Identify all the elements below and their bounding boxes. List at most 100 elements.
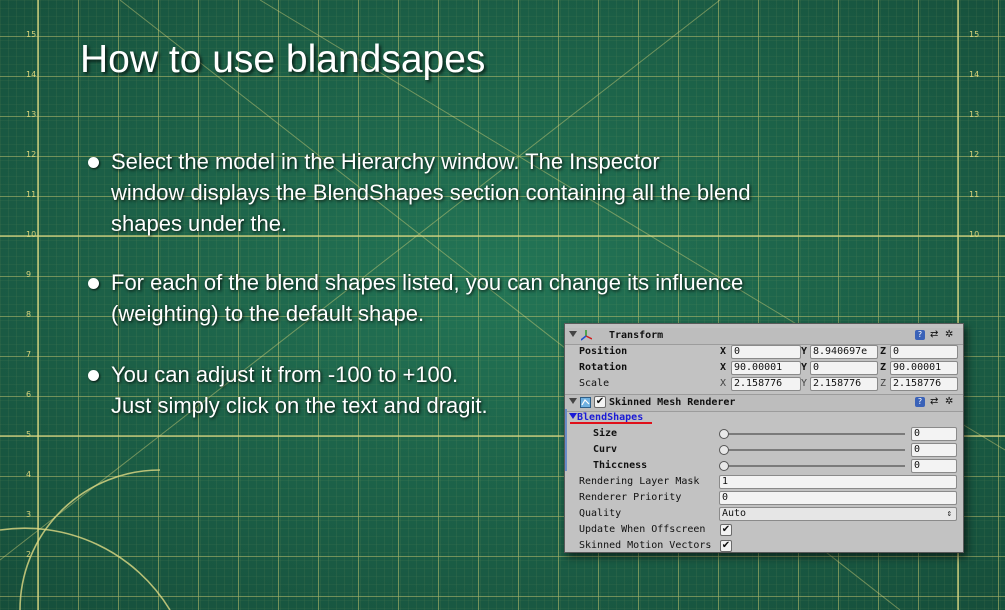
ruler-number: 5: [26, 430, 32, 439]
foldout-arrow-icon[interactable]: [569, 413, 577, 419]
ruler-number: 8: [26, 310, 32, 319]
quality-row: Quality Auto ⇕: [565, 506, 963, 522]
ruler-number: 11: [969, 190, 980, 199]
transform-title: Transform: [609, 330, 664, 341]
skinned-motion-vectors-row: Skinned Motion Vectors ✔: [565, 538, 963, 554]
position-z-field[interactable]: 0: [890, 345, 958, 359]
ruler-number: 10: [969, 230, 980, 239]
z-axis-label[interactable]: Z: [880, 362, 886, 373]
scale-y-field[interactable]: 2.158776: [810, 377, 878, 391]
renderer-priority-row: Renderer Priority 0: [565, 490, 963, 506]
ruler-number: 13: [26, 110, 37, 119]
blendshape-label[interactable]: Thiccness: [593, 460, 647, 471]
skinned-motion-vectors-label: Skinned Motion Vectors: [579, 540, 712, 551]
foldout-arrow-icon[interactable]: [569, 398, 577, 404]
blendshape-slider-track[interactable]: [723, 465, 905, 467]
rotation-z-field[interactable]: 90.00001: [890, 361, 958, 375]
slide-title: How to use blandsapes: [80, 38, 486, 81]
bullet-item: Select the model in the Hierarchy window…: [88, 146, 751, 239]
gear-icon[interactable]: ✲: [945, 396, 953, 407]
bullet-text: Select the model in the Hierarchy window…: [111, 149, 660, 174]
settings-sliders-icon[interactable]: ⇄: [930, 329, 938, 340]
ruler-number: 4: [26, 470, 32, 479]
z-axis-label[interactable]: Z: [880, 378, 886, 389]
bullet-text: You can adjust it from -100 to +100.: [111, 362, 459, 387]
blendshape-row: Size 0: [565, 426, 963, 442]
blendshape-slider-track[interactable]: [723, 449, 905, 451]
rotation-label: Rotation: [579, 362, 628, 373]
y-axis-label[interactable]: Y: [801, 362, 807, 373]
scale-z-field[interactable]: 2.158776: [890, 377, 958, 391]
bullet-text: Just simply click on the text and dragit…: [111, 393, 488, 418]
position-label: Position: [579, 346, 628, 357]
rendering-layer-mask-field[interactable]: 1: [719, 475, 957, 489]
inspector-panel: Transform ? ⇄ ✲ Position X 0 Y 8.940697e…: [564, 323, 964, 553]
x-axis-label[interactable]: X: [720, 378, 726, 389]
ruler-number: 10: [26, 230, 37, 239]
component-enabled-checkbox[interactable]: ✔: [594, 396, 606, 408]
settings-sliders-icon[interactable]: ⇄: [930, 396, 938, 407]
ruler-number: 14: [969, 70, 980, 79]
blendshape-row: Thiccness 0: [565, 458, 963, 474]
update-when-offscreen-row: Update When Offscreen ✔: [565, 522, 963, 538]
ruler-number: 12: [26, 150, 37, 159]
ruler-number: 6: [26, 390, 32, 399]
renderer-priority-field[interactable]: 0: [719, 491, 957, 505]
x-axis-label[interactable]: X: [720, 362, 726, 373]
ruler-number: 15: [26, 30, 37, 39]
rendering-layer-mask-row: Rendering Layer Mask 1: [565, 474, 963, 490]
update-when-offscreen-checkbox[interactable]: ✔: [720, 524, 732, 536]
rendering-layer-mask-label: Rendering Layer Mask: [579, 476, 700, 487]
transform-header[interactable]: Transform ? ⇄ ✲: [565, 328, 963, 345]
bullet-dot: [88, 370, 99, 381]
blendshape-value-field[interactable]: 0: [911, 459, 957, 473]
ruler-number: 14: [26, 70, 37, 79]
scale-row: Scale X 2.158776 Y 2.158776 Z 2.158776: [565, 376, 963, 392]
bullet-item: For each of the blend shapes listed, you…: [88, 267, 743, 329]
blendshape-value-field[interactable]: 0: [911, 427, 957, 441]
update-when-offscreen-label: Update When Offscreen: [579, 524, 706, 535]
z-axis-label[interactable]: Z: [880, 346, 886, 357]
bullet-item: You can adjust it from -100 to +100. Jus…: [88, 359, 488, 421]
x-axis-label[interactable]: X: [720, 346, 726, 357]
rotation-y-field[interactable]: 0: [810, 361, 878, 375]
position-x-field[interactable]: 0: [731, 345, 801, 359]
y-axis-label[interactable]: Y: [801, 378, 807, 389]
ruler-number: 9: [26, 270, 32, 279]
blendshape-label[interactable]: Size: [593, 428, 617, 439]
blendshape-slider-handle[interactable]: [719, 429, 729, 439]
ruler-number: 12: [969, 150, 980, 159]
blendshape-label[interactable]: Curv: [593, 444, 617, 455]
blendshape-slider-handle[interactable]: [719, 461, 729, 471]
ruler-number: 13: [969, 110, 980, 119]
blendshape-slider-handle[interactable]: [719, 445, 729, 455]
gear-icon[interactable]: ✲: [945, 329, 953, 340]
dropdown-arrows-icon: ⇕: [946, 509, 952, 519]
quality-selected-value: Auto: [722, 508, 747, 519]
bullet-text: shapes under the.: [111, 211, 288, 236]
ruler-number: 3: [26, 510, 32, 519]
position-y-field[interactable]: 8.940697e: [810, 345, 878, 359]
bullet-text: window displays the BlendShapes section …: [111, 180, 751, 205]
skinned-mesh-icon: [580, 397, 591, 408]
rotation-x-field[interactable]: 90.00001: [731, 361, 801, 375]
help-icon[interactable]: ?: [915, 330, 925, 340]
blendshape-slider-track[interactable]: [723, 433, 905, 435]
y-axis-label[interactable]: Y: [801, 346, 807, 357]
bullet-dot: [88, 278, 99, 289]
ruler-number: 2: [26, 550, 32, 559]
transform-axes-icon: [581, 330, 592, 341]
scale-x-field[interactable]: 2.158776: [731, 377, 801, 391]
rotation-row: Rotation X 90.00001 Y 0 Z 90.00001: [565, 360, 963, 376]
bullet-dot: [88, 157, 99, 168]
ruler-number: 7: [26, 350, 32, 359]
ruler-number: 11: [26, 190, 37, 199]
blendshapes-highlight-bar: [565, 409, 567, 471]
foldout-arrow-icon[interactable]: [569, 331, 577, 337]
help-icon[interactable]: ?: [915, 397, 925, 407]
skinned-motion-vectors-checkbox[interactable]: ✔: [720, 540, 732, 552]
blendshape-value-field[interactable]: 0: [911, 443, 957, 457]
scale-label: Scale: [579, 378, 610, 389]
quality-dropdown[interactable]: Auto ⇕: [719, 507, 957, 521]
blendshape-row: Curv 0: [565, 442, 963, 458]
